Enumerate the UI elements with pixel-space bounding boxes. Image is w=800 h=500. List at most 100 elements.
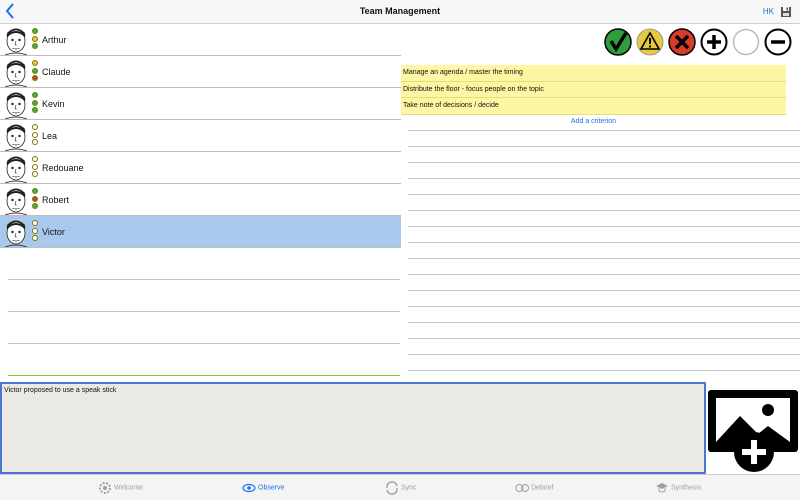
criteria-row-divider <box>408 162 800 163</box>
person-name: Kevin <box>42 99 65 109</box>
empty-row-divider <box>8 279 400 280</box>
traffic-light-indicator <box>32 124 39 148</box>
check-button[interactable] <box>604 28 632 56</box>
person-row[interactable]: Victor <box>0 216 401 248</box>
criterion-item[interactable]: Manage an agenda / master the timing <box>401 65 786 82</box>
empty-circle-icon <box>732 28 760 56</box>
status-light <box>32 92 38 98</box>
person-row[interactable]: Redouane <box>0 152 401 184</box>
warning-button[interactable] <box>636 28 664 56</box>
add-image-button[interactable] <box>706 388 800 474</box>
status-light <box>32 35 38 42</box>
page-title: Team Management <box>359 6 441 16</box>
criterion-item[interactable]: Distribute the floor - focus people on t… <box>401 81 786 98</box>
person-row[interactable]: Kevin <box>0 88 401 120</box>
graduation-icon <box>656 483 668 493</box>
criteria-row-divider <box>408 370 800 371</box>
empty-row-divider <box>8 375 400 376</box>
person-row[interactable]: Arthur <box>0 24 401 56</box>
criteria-row-divider <box>408 306 800 307</box>
traffic-light-indicator <box>32 220 39 244</box>
criteria-list: Manage an agenda / master the timing Dist… <box>401 65 786 115</box>
person-row[interactable]: Claude <box>0 56 401 88</box>
save-button[interactable] <box>780 5 792 17</box>
face-sketch-icon <box>1 56 31 88</box>
status-light <box>32 139 38 145</box>
person-name: Arthur <box>42 35 67 45</box>
face-sketch-icon <box>1 216 31 248</box>
criteria-row-divider <box>408 338 800 339</box>
face-sketch-icon <box>1 88 31 120</box>
traffic-light-indicator <box>32 188 39 212</box>
criteria-row-divider <box>408 274 800 275</box>
criteria-row-divider <box>408 146 800 147</box>
traffic-light-indicator <box>32 28 39 52</box>
empty-circle-button[interactable] <box>732 28 760 56</box>
status-light <box>32 124 38 130</box>
gear-icon <box>99 482 111 494</box>
status-light <box>32 235 38 241</box>
minus-button[interactable] <box>764 28 792 56</box>
plus-icon <box>700 28 728 56</box>
status-light <box>32 188 38 194</box>
tab-label: Observe <box>258 484 285 492</box>
status-light <box>32 156 38 162</box>
faces-icon <box>515 484 529 492</box>
status-light <box>32 131 38 138</box>
tab-observe[interactable]: Observe <box>242 481 284 497</box>
tab-synthesis[interactable]: Synthesis <box>655 481 701 497</box>
status-light <box>32 107 38 113</box>
tab-sync[interactable]: Sync <box>385 481 417 497</box>
criteria-row-divider <box>408 290 800 291</box>
app-window: Team Management HK Arthur Claude Kevin Lea R… <box>0 0 800 500</box>
tab-label: Sync <box>401 484 417 492</box>
person-row[interactable]: Lea <box>0 120 401 152</box>
check-icon <box>604 28 632 56</box>
tab-label: Synthesis <box>671 484 702 492</box>
add-image-icon <box>708 390 798 472</box>
criteria-row-divider <box>408 194 800 195</box>
tab-debrief[interactable]: Debrief <box>515 481 554 497</box>
evaluation-toolbar <box>604 28 799 58</box>
status-light <box>32 60 38 66</box>
notes-input[interactable] <box>0 382 706 474</box>
tab-welcome[interactable]: Welcome <box>98 481 143 497</box>
person-name: Robert <box>42 195 70 205</box>
criteria-row-divider <box>408 322 800 323</box>
status-light <box>32 43 38 49</box>
status-light <box>32 75 38 81</box>
bottom-tab-bar: Welcome Observe Sync Debrief Synthesis <box>0 474 800 500</box>
status-light <box>32 195 38 202</box>
criterion-item[interactable]: Take note of decisions / decide <box>401 98 786 115</box>
plus-button[interactable] <box>700 28 728 56</box>
empty-row-divider <box>8 343 400 344</box>
criteria-row-divider <box>408 210 800 211</box>
criteria-row-divider <box>408 178 800 179</box>
criteria-row-divider <box>408 242 800 243</box>
criteria-row-divider <box>408 130 800 131</box>
traffic-light-indicator <box>32 60 39 84</box>
person-name: Lea <box>42 131 58 141</box>
warning-icon <box>636 28 664 56</box>
status-light <box>32 163 38 170</box>
face-sketch-icon <box>1 184 31 216</box>
criteria-row-divider <box>408 258 800 259</box>
minus-icon <box>764 28 792 56</box>
add-criterion-link[interactable]: Add a criterion <box>401 118 786 125</box>
person-row[interactable]: Robert <box>0 184 401 216</box>
traffic-light-indicator <box>32 92 39 116</box>
status-light <box>32 171 38 177</box>
hk-button[interactable]: HK <box>763 7 774 16</box>
face-sketch-icon <box>1 120 31 152</box>
face-sketch-icon <box>1 24 31 56</box>
person-name: Victor <box>42 227 65 237</box>
cross-button[interactable] <box>668 28 696 56</box>
floppy-disk-icon <box>781 7 791 17</box>
person-name: Redouane <box>42 163 84 173</box>
status-light <box>32 67 38 74</box>
people-list: Arthur Claude Kevin Lea Redouane Robert Victor <box>0 24 401 376</box>
sync-icon <box>386 481 398 495</box>
face-sketch-icon <box>1 152 31 184</box>
tab-label: Debrief <box>531 484 554 492</box>
top-bar: Team Management HK <box>0 0 800 24</box>
